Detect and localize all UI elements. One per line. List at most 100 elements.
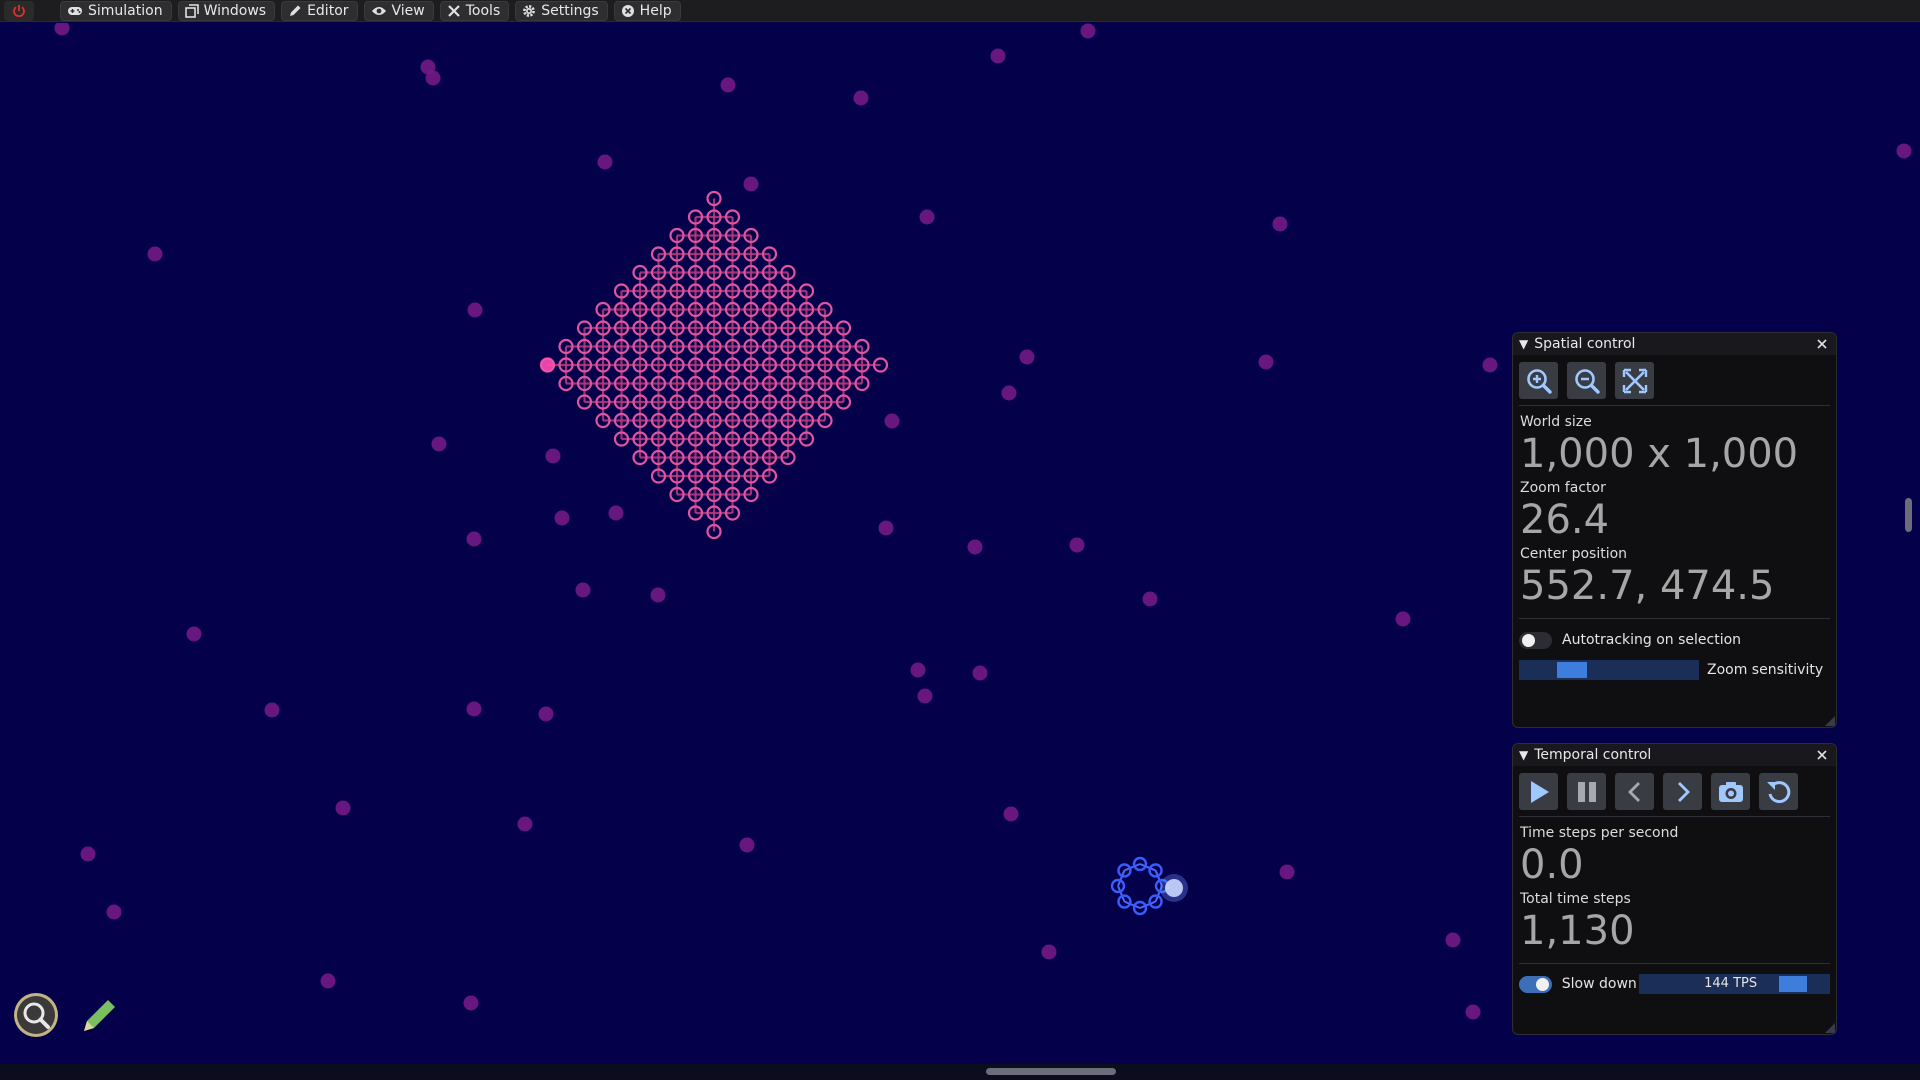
menu-windows-label: Windows	[203, 2, 267, 19]
menu-windows[interactable]: Windows	[177, 0, 276, 21]
free-particle	[1019, 349, 1035, 365]
slowdown-tps-slider[interactable]: 144 TPS	[1639, 974, 1830, 994]
tps-value: 0.0	[1520, 842, 1584, 888]
free-particle	[967, 539, 983, 555]
free-particle	[538, 706, 554, 722]
ring-emitter-glow	[1160, 874, 1188, 902]
toggle-knob	[1536, 977, 1549, 991]
menu-settings-label: Settings	[541, 2, 599, 19]
free-particle	[910, 662, 926, 678]
collapse-icon[interactable]: ▼	[1519, 337, 1528, 351]
center-position-value: 552.7, 474.5	[1520, 563, 1775, 609]
pencil-icon	[290, 5, 301, 16]
snapshot-icon	[1718, 781, 1743, 802]
gear-icon	[523, 4, 536, 17]
separator	[1519, 618, 1830, 619]
free-particle	[463, 995, 479, 1011]
zoom-sensitivity-label: Zoom sensitivity	[1707, 662, 1824, 678]
spatial-toolbar	[1513, 355, 1836, 405]
free-particle	[1445, 932, 1461, 948]
center-position-label: Center position	[1520, 546, 1628, 562]
tools-icon	[447, 4, 460, 17]
step-forward-button[interactable]	[1663, 773, 1702, 810]
zoom-sensitivity-slider[interactable]	[1519, 660, 1699, 680]
ring-structure[interactable]	[1110, 856, 1188, 916]
step-back-button[interactable]	[1615, 773, 1654, 810]
close-icon	[1817, 750, 1827, 760]
zoom-factor-value: 26.4	[1520, 497, 1610, 543]
menu-editor[interactable]: Editor	[281, 0, 358, 21]
edit-mode-icon[interactable]	[78, 993, 122, 1037]
free-particle	[431, 436, 447, 452]
menu-simulation[interactable]: Simulation	[60, 0, 172, 21]
resize-grip[interactable]	[1825, 716, 1835, 726]
vertical-scrollbar[interactable]	[1905, 498, 1912, 532]
temporal-control-close-button[interactable]	[1814, 747, 1830, 763]
zoom-mode-icon[interactable]	[12, 991, 60, 1039]
free-particle	[517, 816, 533, 832]
free-particle	[1142, 591, 1158, 607]
free-particle	[466, 701, 482, 717]
power-icon	[13, 4, 25, 17]
horizontal-scroll-track	[0, 1064, 1920, 1080]
play-button[interactable]	[1519, 773, 1558, 810]
pause-button[interactable]	[1567, 773, 1606, 810]
free-particle	[990, 48, 1006, 64]
free-particle	[467, 302, 483, 318]
free-particle	[54, 23, 70, 36]
zoom-in-button[interactable]	[1519, 362, 1558, 399]
menu-view[interactable]: View	[363, 0, 434, 21]
spatial-control-titlebar[interactable]: ▼ Spatial control	[1513, 333, 1836, 355]
temporal-control-titlebar[interactable]: ▼ Temporal control	[1513, 744, 1836, 766]
free-particle	[608, 505, 624, 521]
autotracking-row: Autotracking on selection	[1513, 625, 1836, 655]
menu-settings[interactable]: Settings	[515, 0, 608, 21]
free-particle	[1272, 216, 1288, 232]
main-menu-bar: Simulation Windows Editor View Tools Set…	[0, 0, 1920, 22]
windows-icon	[184, 3, 199, 18]
slowdown-toggle[interactable]	[1519, 975, 1552, 993]
free-particle	[466, 531, 482, 547]
menu-help-label: Help	[639, 2, 672, 19]
restore-button[interactable]	[1759, 773, 1798, 810]
free-particle	[1069, 537, 1085, 553]
pause-icon	[1577, 781, 1596, 802]
zoom-out-button[interactable]	[1567, 362, 1606, 399]
slider-grab[interactable]	[1556, 662, 1587, 678]
free-particle	[1896, 143, 1912, 159]
power-button[interactable]	[4, 0, 34, 21]
resize-grip[interactable]	[1825, 1023, 1835, 1033]
free-particle	[1080, 23, 1096, 39]
free-particle	[720, 77, 736, 93]
autotracking-toggle[interactable]	[1519, 631, 1552, 649]
free-particle	[739, 837, 755, 853]
spatial-control-close-button[interactable]	[1814, 336, 1830, 352]
free-particle	[650, 587, 666, 603]
collapse-icon[interactable]: ▼	[1519, 748, 1528, 762]
spatial-control-title: Spatial control	[1534, 336, 1636, 352]
toggle-knob	[1522, 633, 1535, 647]
free-particle	[106, 904, 122, 920]
lattice-structure[interactable]	[539, 190, 889, 540]
menu-view-label: View	[391, 2, 425, 19]
slider-grab[interactable]	[1778, 976, 1807, 992]
highlighted-particle[interactable]	[540, 358, 555, 372]
horizontal-scrollbar[interactable]	[986, 1068, 1116, 1075]
menu-tools[interactable]: Tools	[439, 0, 510, 21]
free-particle	[335, 800, 351, 816]
zoom-sensitivity-row: Zoom sensitivity	[1513, 655, 1836, 685]
autotracking-label: Autotracking on selection	[1562, 632, 1742, 648]
free-particle	[919, 209, 935, 225]
zoom-factor-label: Zoom factor	[1520, 480, 1606, 496]
step-forward-icon	[1677, 781, 1690, 802]
free-particle	[1279, 864, 1295, 880]
fit-view-button[interactable]	[1615, 362, 1654, 399]
free-particle	[597, 154, 613, 170]
menu-help[interactable]: Help	[613, 0, 681, 21]
free-particle	[147, 246, 163, 262]
snapshot-button[interactable]	[1711, 773, 1750, 810]
free-particle	[425, 70, 441, 86]
zoom-out-icon	[1574, 368, 1600, 394]
free-particle	[884, 413, 900, 429]
menu-editor-label: Editor	[307, 2, 349, 19]
